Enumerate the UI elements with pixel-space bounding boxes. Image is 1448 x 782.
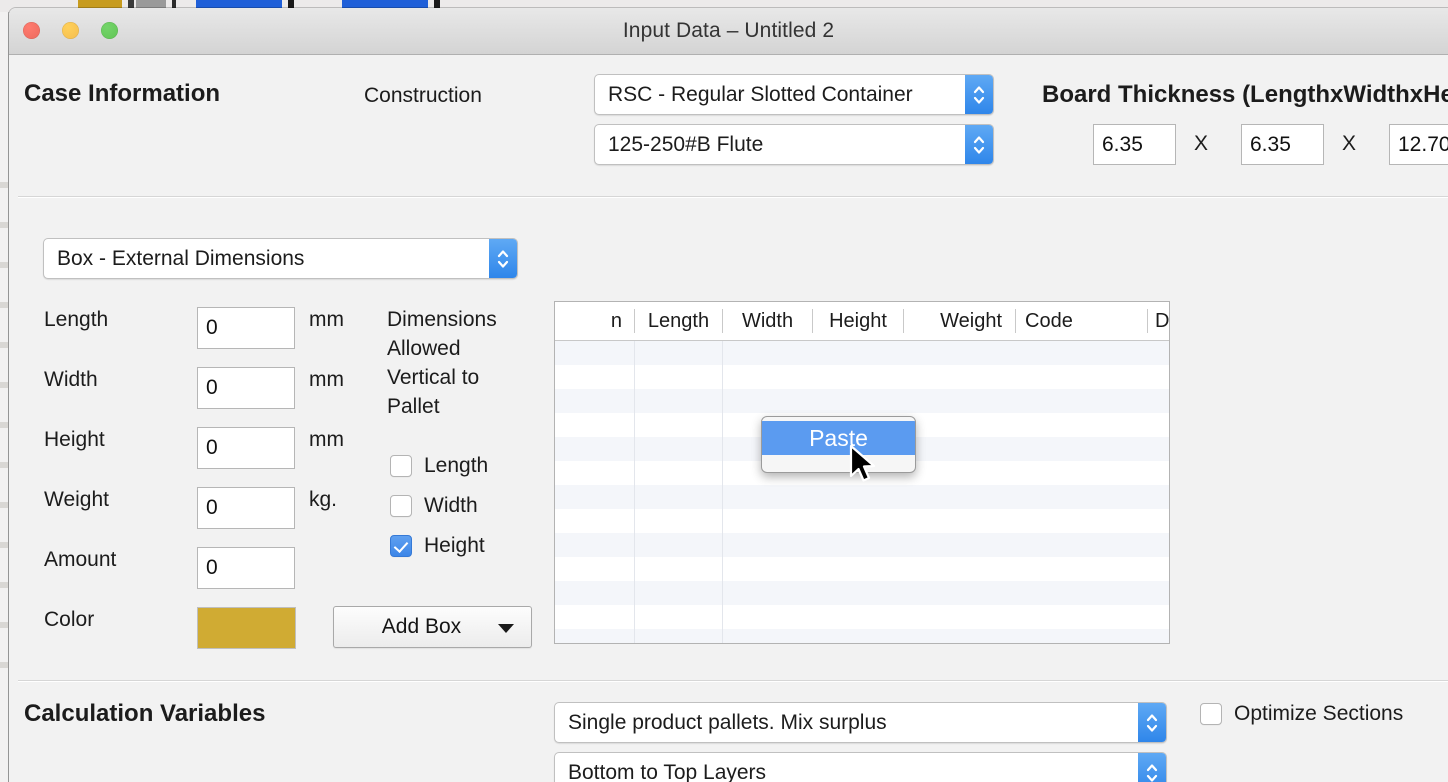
checkbox-checked-icon[interactable] bbox=[390, 535, 412, 557]
chevron-updown-icon[interactable] bbox=[1138, 753, 1166, 782]
column-header-weight[interactable]: Weight bbox=[904, 302, 1014, 340]
table-row[interactable] bbox=[555, 557, 1169, 581]
context-menu[interactable]: Paste bbox=[761, 416, 916, 473]
pallet-mode-dropdown[interactable]: Single product pallets. Mix surplus bbox=[554, 702, 1167, 743]
case-information-heading: Case Information bbox=[24, 80, 221, 107]
section-divider-bottom bbox=[18, 680, 1448, 681]
optimize-sections-checkbox-row[interactable]: Optimize Sections bbox=[1200, 702, 1403, 726]
flute-type-value: 125-250#B Flute bbox=[608, 132, 764, 156]
allow-vertical-width-checkbox-row[interactable]: Width bbox=[390, 494, 478, 518]
layer-order-dropdown[interactable]: Bottom to Top Layers bbox=[554, 752, 1167, 782]
pallet-mode-value: Single product pallets. Mix surplus bbox=[568, 710, 887, 734]
dimension-mode-value: Box - External Dimensions bbox=[57, 246, 305, 270]
calculation-variables-heading: Calculation Variables bbox=[24, 700, 266, 727]
table-body[interactable] bbox=[555, 341, 1169, 643]
cell-divider bbox=[722, 341, 723, 643]
caret-down-icon[interactable] bbox=[498, 624, 514, 633]
input-data-window: Input Data – Untitled 2 Case Information… bbox=[9, 8, 1448, 782]
width-label: Width bbox=[44, 368, 98, 391]
allowed-heading-line-4: Pallet bbox=[387, 395, 440, 418]
thickness-separator-2: X bbox=[1342, 132, 1357, 155]
column-divider[interactable] bbox=[1147, 309, 1148, 333]
allow-vertical-width-label: Width bbox=[424, 494, 478, 517]
optimize-sections-label: Optimize Sections bbox=[1234, 702, 1404, 725]
height-label: Height bbox=[44, 428, 105, 451]
allowed-heading-line-3: Vertical to bbox=[387, 366, 480, 389]
chevron-updown-icon[interactable] bbox=[489, 239, 517, 278]
checkbox-unchecked-icon[interactable] bbox=[1200, 703, 1222, 725]
board-thickness-label: Board Thickness (LengthxWidthxHe bbox=[1042, 81, 1448, 108]
table-row[interactable] bbox=[555, 365, 1169, 389]
mouse-cursor bbox=[849, 444, 879, 492]
window-title: Input Data – Untitled 2 bbox=[622, 19, 835, 42]
layer-order-value: Bottom to Top Layers bbox=[568, 760, 767, 782]
table-row[interactable] bbox=[555, 581, 1169, 605]
allowed-heading-line-2: Allowed bbox=[387, 337, 461, 360]
amount-input[interactable]: 0 bbox=[197, 547, 295, 589]
table-row[interactable] bbox=[555, 509, 1169, 533]
section-divider-top bbox=[18, 196, 1448, 197]
column-header-code[interactable]: Code bbox=[1025, 302, 1145, 340]
table-row[interactable] bbox=[555, 341, 1169, 365]
column-divider[interactable] bbox=[1015, 309, 1016, 333]
allow-vertical-height-checkbox-row[interactable]: Height bbox=[390, 534, 485, 558]
checkbox-unchecked-icon[interactable] bbox=[390, 495, 412, 517]
cell-divider bbox=[634, 341, 635, 643]
construction-type-dropdown[interactable]: RSC - Regular Slotted Container bbox=[594, 74, 994, 115]
column-header-description[interactable]: De bbox=[1155, 302, 1169, 340]
weight-input[interactable]: 0 bbox=[197, 487, 295, 529]
window-titlebar[interactable]: Input Data – Untitled 2 bbox=[9, 8, 1448, 55]
length-input[interactable]: 0 bbox=[197, 307, 295, 349]
thickness-separator-1: X bbox=[1194, 132, 1209, 155]
board-thickness-height-input[interactable]: 12.70 bbox=[1389, 124, 1448, 165]
construction-label: Construction bbox=[364, 84, 482, 107]
add-box-button[interactable]: Add Box bbox=[333, 606, 532, 648]
allowed-heading-line-1: Dimensions bbox=[387, 308, 497, 331]
dimension-mode-dropdown[interactable]: Box - External Dimensions bbox=[43, 238, 518, 279]
checkbox-unchecked-icon[interactable] bbox=[390, 455, 412, 477]
height-input[interactable]: 0 bbox=[197, 427, 295, 469]
weight-label: Weight bbox=[44, 488, 109, 511]
column-header-width[interactable]: Width bbox=[723, 302, 812, 340]
column-header-n[interactable]: n bbox=[555, 302, 633, 340]
flute-type-dropdown[interactable]: 125-250#B Flute bbox=[594, 124, 994, 165]
allow-vertical-length-label: Length bbox=[424, 454, 489, 477]
weight-unit: kg. bbox=[309, 488, 338, 511]
table-row[interactable] bbox=[555, 389, 1169, 413]
amount-label: Amount bbox=[44, 548, 117, 571]
construction-type-value: RSC - Regular Slotted Container bbox=[608, 82, 913, 106]
table-header-row: n Length Width Height Weight Code De bbox=[555, 302, 1169, 341]
table-row[interactable] bbox=[555, 629, 1169, 643]
table-row[interactable] bbox=[555, 533, 1169, 557]
background-window-left-edge bbox=[0, 12, 9, 782]
length-label: Length bbox=[44, 308, 109, 331]
allow-vertical-height-label: Height bbox=[424, 534, 485, 557]
width-input[interactable]: 0 bbox=[197, 367, 295, 409]
color-swatch[interactable] bbox=[197, 607, 296, 649]
color-label: Color bbox=[44, 608, 95, 631]
board-thickness-length-input[interactable]: 6.35 bbox=[1093, 124, 1176, 165]
width-unit: mm bbox=[309, 368, 344, 391]
chevron-updown-icon[interactable] bbox=[1138, 703, 1166, 742]
column-header-height[interactable]: Height bbox=[813, 302, 903, 340]
length-unit: mm bbox=[309, 308, 344, 331]
allow-vertical-length-checkbox-row[interactable]: Length bbox=[390, 454, 488, 478]
table-row[interactable] bbox=[555, 605, 1169, 629]
chevron-updown-icon[interactable] bbox=[965, 125, 993, 164]
desktop-background: Input Data – Untitled 2 Case Information… bbox=[0, 0, 1448, 782]
board-thickness-width-input[interactable]: 6.35 bbox=[1241, 124, 1324, 165]
column-header-length[interactable]: Length bbox=[635, 302, 722, 340]
height-unit: mm bbox=[309, 428, 344, 451]
chevron-updown-icon[interactable] bbox=[965, 75, 993, 114]
context-menu-item-paste[interactable]: Paste bbox=[762, 421, 915, 455]
